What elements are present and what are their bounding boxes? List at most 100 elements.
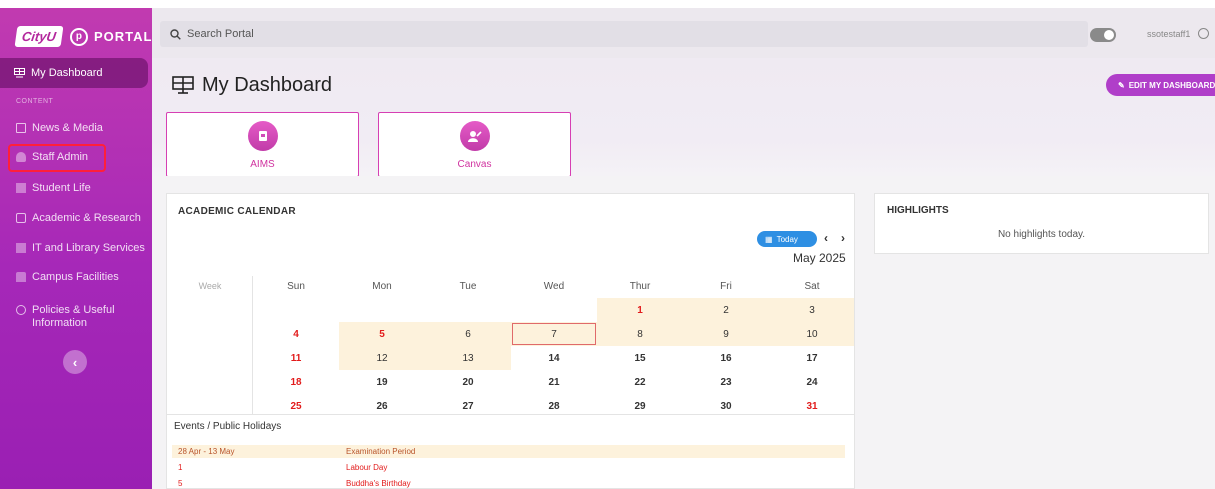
app-card-canvas[interactable]: Canvas (378, 112, 571, 177)
highlights-empty-text: No highlights today. (997, 229, 1086, 240)
next-month-button[interactable]: › (841, 231, 845, 245)
page-title-row: My Dashboard (172, 74, 332, 97)
dashboard-icon (14, 68, 25, 78)
sidebar-item-news-media[interactable]: News & Media (16, 122, 103, 135)
calendar-day[interactable]: 10 (769, 322, 854, 346)
top-header: Search Portal ssotestaff1 (152, 8, 1215, 58)
sidebar-item-academic-research[interactable]: Academic & Research (16, 212, 141, 225)
cityu-logo: CityU (14, 26, 64, 47)
calendar-day[interactable]: 2 (683, 298, 769, 322)
user-icon[interactable] (1198, 28, 1209, 39)
highlight-annotation-box (8, 144, 106, 172)
top-border (0, 0, 1215, 8)
calendar-day[interactable]: 4 (253, 322, 339, 346)
today-button[interactable]: ▦ Today (757, 231, 817, 247)
app-label: Canvas (457, 159, 492, 170)
sidebar-item-label-group: Policies & Useful Information (32, 304, 115, 330)
calendar-day[interactable]: 7 (511, 322, 597, 346)
events-title: Events / Public Holidays (174, 421, 282, 432)
sidebar-item-label: News & Media (32, 122, 103, 134)
news-icon (16, 123, 26, 133)
calendar-title: ACADEMIC CALENDAR (178, 206, 296, 217)
calendar-day[interactable]: 17 (769, 346, 854, 370)
edit-dashboard-label: EDIT MY DASHBOARD (1128, 80, 1215, 90)
event-date: 5 (178, 479, 183, 488)
event-row[interactable]: 1 Labour Day (172, 461, 845, 474)
calendar-day[interactable]: 3 (769, 298, 854, 322)
day-header: Sun (287, 280, 305, 292)
calendar-day[interactable]: 23 (683, 370, 769, 394)
calendar-day[interactable]: 15 (597, 346, 683, 370)
aims-icon (248, 121, 278, 151)
calendar-day[interactable]: 20 (425, 370, 511, 394)
event-date: 1 (178, 463, 183, 472)
day-header: Fri (720, 280, 732, 292)
app-card-aims[interactable]: AIMS (166, 112, 359, 177)
prev-month-button[interactable]: ‹ (824, 231, 828, 245)
sidebar-item-student-life[interactable]: Student Life (16, 182, 91, 195)
event-name: Labour Day (346, 463, 388, 472)
calendar-day[interactable]: 18 (253, 370, 339, 394)
calendar-day[interactable]: 8 (597, 322, 683, 346)
day-header: Tue (459, 280, 477, 292)
calendar-day[interactable]: 16 (683, 346, 769, 370)
event-row[interactable]: 5 Buddha's Birthday (172, 477, 845, 488)
calendar-week-row: 11 12 13 14 15 16 17 (167, 346, 854, 370)
sidebar-section-label: CONTENT (16, 98, 54, 105)
sidebar-item-policies[interactable]: Policies & Useful Information (16, 304, 115, 330)
day-header: Wed (543, 280, 565, 292)
calendar-day[interactable]: 22 (597, 370, 683, 394)
calendar-day[interactable]: 14 (511, 346, 597, 370)
portal-p-icon: p (69, 27, 88, 46)
calendar-day[interactable]: 5 (339, 322, 425, 346)
event-name: Buddha's Birthday (346, 479, 411, 488)
calendar-icon: ▦ (765, 234, 773, 244)
chevron-left-icon: ‹ (72, 354, 78, 370)
calendar-week-row: 123 (167, 298, 854, 322)
sidebar: CityU p PORTAL My Dashboard CONTENT News… (0, 0, 152, 489)
calendar-day[interactable]: 12 (339, 346, 425, 370)
highlights-card: HIGHLIGHTS No highlights today. (874, 193, 1209, 254)
calendar-day[interactable]: 21 (511, 370, 597, 394)
events-divider (167, 414, 854, 415)
calendar-day[interactable]: 19 (339, 370, 425, 394)
event-name: Examination Period (346, 447, 416, 456)
edit-dashboard-button[interactable]: ✎ EDIT MY DASHBOARD (1106, 74, 1215, 96)
event-row[interactable]: 28 Apr - 13 May Examination Period (172, 445, 845, 458)
event-date: 28 Apr - 13 May (178, 447, 235, 456)
page-title: My Dashboard (202, 74, 333, 96)
sidebar-item-label: Student Life (32, 182, 91, 194)
calendar-week-row: 4 5 6 7 8 9 10 (167, 322, 854, 346)
sidebar-item-label-line2: Information (32, 317, 88, 329)
day-header: Sat (804, 280, 820, 292)
calendar-day[interactable]: 6 (425, 322, 511, 346)
academic-icon (16, 213, 26, 223)
day-header: Thur (629, 280, 651, 292)
calendar-day[interactable]: 24 (769, 370, 854, 394)
portal-wordmark: PORTAL (93, 29, 152, 44)
month-label: May 2025 (793, 251, 846, 265)
calendar-day[interactable]: 11 (253, 346, 339, 370)
student-icon (16, 183, 26, 193)
week-column-header: Week (198, 281, 222, 291)
campus-icon (16, 272, 26, 282)
theme-toggle[interactable] (1090, 28, 1116, 42)
sidebar-item-campus-facilities[interactable]: Campus Facilities (16, 271, 119, 284)
portal-logo[interactable]: CityU p PORTAL (14, 26, 152, 47)
library-icon (16, 243, 26, 253)
calendar-day[interactable]: 1 (597, 298, 683, 322)
sidebar-item-it-library[interactable]: IT and Library Services (16, 242, 145, 255)
canvas-icon (460, 121, 490, 151)
sidebar-item-label: Academic & Research (32, 212, 141, 224)
sidebar-item-my-dashboard[interactable]: My Dashboard (0, 58, 148, 88)
pencil-icon: ✎ (1118, 80, 1125, 90)
calendar-day[interactable]: 9 (683, 322, 769, 346)
search-input[interactable]: Search Portal (160, 21, 1088, 47)
today-label: Today (776, 234, 798, 244)
dashboard-icon (172, 76, 194, 94)
search-placeholder: Search Portal (187, 28, 254, 40)
calendar-day[interactable]: 13 (425, 346, 511, 370)
collapse-sidebar-button[interactable]: ‹ (63, 350, 87, 374)
user-name[interactable]: ssotestaff1 (1147, 29, 1190, 39)
search-icon (170, 28, 181, 40)
